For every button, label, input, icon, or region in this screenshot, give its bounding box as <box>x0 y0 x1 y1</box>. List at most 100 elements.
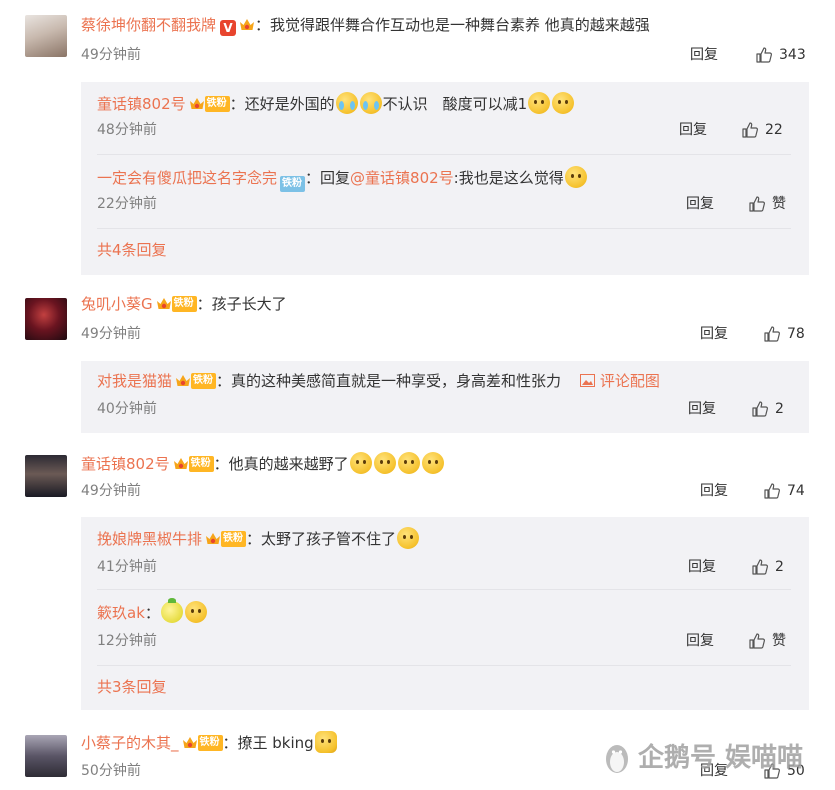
like-button[interactable]: 赞 <box>748 631 786 651</box>
comment-line: 蔡徐坤你翻不翻我牌 V ：我觉得跟伴舞合作互动也是一种舞台素养 他真的越来越强 <box>81 15 650 36</box>
reply-text: ：太野了孩子管不住了 <box>246 530 397 548</box>
comment-text: ：孩子长大了 <box>196 295 287 313</box>
reply-text: ：真的这种美感简直就是一种享受，身高差和性张力 <box>216 372 562 390</box>
sad-emoji-icon <box>552 92 575 114</box>
like-button[interactable]: 2 <box>751 399 784 419</box>
like-button[interactable]: 22 <box>741 120 783 140</box>
thumbs-up-icon <box>764 326 780 342</box>
lemon-emoji-icon <box>160 598 183 623</box>
reply-button[interactable]: 回复 <box>688 557 716 577</box>
sad-emoji-icon <box>397 452 420 474</box>
penguin-logo-icon <box>606 745 628 773</box>
comment-time: 49分钟前 <box>81 483 141 499</box>
thumbs-up-icon <box>749 633 765 649</box>
more-replies-link[interactable]: 共3条回复 <box>97 677 167 697</box>
thumbs-up-icon <box>749 196 765 212</box>
like-count: 74 <box>787 483 805 499</box>
username-link[interactable]: 挽娘牌黑椒牛排 <box>97 530 202 548</box>
divider <box>97 228 791 229</box>
comment-line: 兔叽小葵G 铁粉 ：孩子长大了 <box>81 294 287 314</box>
avatar[interactable] <box>25 15 67 57</box>
like-count: 343 <box>779 47 806 63</box>
reply-text: ：回复 <box>305 169 351 187</box>
like-button[interactable]: 2 <box>751 557 784 577</box>
username-link[interactable]: 童话镇802号 <box>97 95 186 113</box>
reply-line: 挽娘牌黑椒牛排 铁粉 ：太野了孩子管不住了 <box>97 527 420 549</box>
username-link[interactable]: 小蔡子的木其_ <box>81 734 179 752</box>
reply-list: 童话镇802号 铁粉 ：还好是外国的 不认识 酸度可以减1 48分钟前 回复 22 一… <box>81 82 809 275</box>
reply-time: 40分钟前 <box>97 401 157 417</box>
avatar[interactable] <box>25 735 67 777</box>
reply-text: ： <box>144 604 160 622</box>
watermark-text: 企鹅号 娱喵喵 <box>638 743 804 773</box>
username-link[interactable]: 蔡徐坤你翻不翻我牌 <box>81 16 216 34</box>
like-button[interactable]: 赞 <box>748 194 786 214</box>
reply-text-2: 不认识 酸度可以减1 <box>382 95 528 113</box>
username-link[interactable]: 簌玖ak <box>97 604 145 622</box>
reply-button[interactable]: 回复 <box>688 399 716 419</box>
verified-v-icon: V <box>220 20 237 36</box>
divider <box>97 589 791 590</box>
fan-badge: 铁粉 <box>175 373 217 389</box>
comment-time: 49分钟前 <box>81 326 141 342</box>
reply-time: 41分钟前 <box>97 559 157 575</box>
like-count: 78 <box>787 326 805 342</box>
laugh-cry-emoji-icon <box>335 92 358 114</box>
reply-button[interactable]: 回复 <box>690 45 718 65</box>
thumbs-up-icon <box>764 483 780 499</box>
crown-badge-icon <box>239 17 255 33</box>
sad-emoji-icon <box>373 452 396 474</box>
avatar[interactable] <box>25 455 67 497</box>
reply-button[interactable]: 回复 <box>700 481 728 501</box>
like-count: 2 <box>775 401 784 417</box>
username-link[interactable]: 童话镇802号 <box>81 455 170 473</box>
comment-text: ：他真的越来越野了 <box>213 455 349 473</box>
comment-text: ：我觉得跟伴舞合作互动也是一种舞台素养 他真的越来越强 <box>255 16 650 34</box>
fan-badge: 铁粉 <box>182 735 223 751</box>
username-link[interactable]: 一定会有傻瓜把这名字念完 <box>97 169 277 187</box>
reply-line: 簌玖ak： <box>97 598 208 623</box>
reply-text: ：还好是外国的 <box>229 95 335 113</box>
fan-badge: 铁粉 <box>205 531 247 547</box>
image-attachment-link[interactable]: 评论配图 <box>579 372 660 390</box>
reply-time: 22分钟前 <box>97 196 157 212</box>
sad-emoji-icon <box>528 92 551 114</box>
laugh-cry-emoji-icon <box>359 92 382 114</box>
avatar[interactable] <box>25 298 67 340</box>
reply-text-2: :我也是这么觉得 <box>453 169 564 187</box>
smile-emoji-icon <box>349 452 372 474</box>
fan-badge: 铁粉 <box>173 456 214 472</box>
divider <box>97 665 791 666</box>
like-button[interactable]: 78 <box>763 324 805 344</box>
like-count: 赞 <box>772 196 786 212</box>
comment-line: 小蔡子的木其_ 铁粉 ：撩王 bking <box>81 731 338 753</box>
username-link[interactable]: 对我是猫猫 <box>97 372 172 390</box>
comment-time: 49分钟前 <box>81 47 141 63</box>
watermark: 企鹅号 娱喵喵 <box>602 738 803 778</box>
like-count: 22 <box>765 122 783 138</box>
more-replies-link[interactable]: 共4条回复 <box>97 240 167 260</box>
comment-text: ：撩王 bking <box>222 734 314 752</box>
like-count: 赞 <box>772 633 786 649</box>
sad-emoji-icon <box>421 452 444 474</box>
reply-button[interactable]: 回复 <box>686 194 714 214</box>
picture-icon <box>579 374 595 387</box>
reply-button[interactable]: 回复 <box>686 631 714 651</box>
reply-button[interactable]: 回复 <box>700 324 728 344</box>
username-link[interactable]: 兔叽小葵G <box>81 295 153 313</box>
thumbs-up-icon <box>756 47 772 63</box>
like-button[interactable]: 343 <box>755 45 806 65</box>
divider <box>97 154 791 155</box>
reply-button[interactable]: 回复 <box>679 120 707 140</box>
image-link-label: 评论配图 <box>599 372 660 390</box>
thumbs-up-icon <box>752 401 768 417</box>
reply-line: 一定会有傻瓜把这名字念完 铁粉 ：回复@童话镇802号:我也是这么觉得 <box>97 166 588 192</box>
mention-link[interactable]: @童话镇802号 <box>350 169 454 187</box>
fan-badge: 铁粉 <box>280 176 306 192</box>
like-count: 2 <box>775 559 784 575</box>
like-button[interactable]: 74 <box>763 481 805 501</box>
thumbs-up-emoji-icon <box>314 731 337 753</box>
reply-list: 对我是猫猫 铁粉 ：真的这种美感简直就是一种享受，身高差和性张力 评论配图 40分钟… <box>81 361 809 433</box>
fan-badge: 铁粉 <box>189 96 230 112</box>
comment-time: 50分钟前 <box>81 763 141 779</box>
